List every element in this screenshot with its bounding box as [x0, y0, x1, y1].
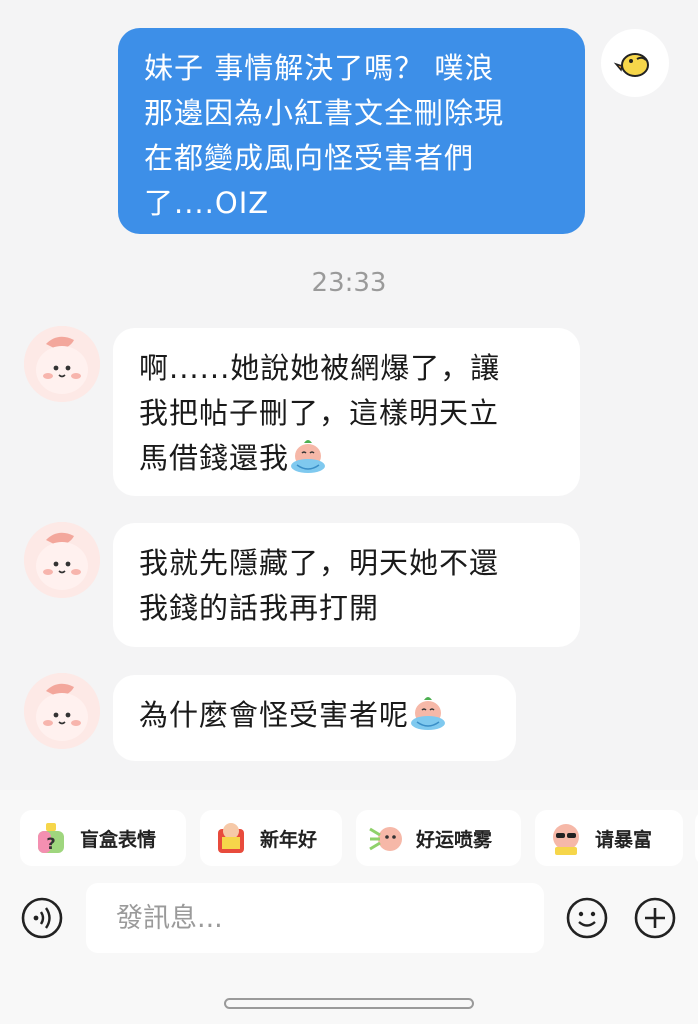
- message-text: 為什麼會怪受害者呢: [139, 698, 410, 732]
- sticker-chip-label: 盲盒表情: [80, 828, 157, 851]
- message-input[interactable]: [86, 883, 544, 953]
- peach-avatar-icon: [24, 326, 100, 402]
- sticker-chip-label: 好运喷雾: [416, 828, 493, 851]
- sticker-chip-get-rich[interactable]: 请暴富: [535, 810, 683, 866]
- peach-avatar-icon: [24, 673, 100, 749]
- chick-avatar-icon: [613, 53, 649, 77]
- voice-input-icon[interactable]: [20, 896, 64, 940]
- sticker-chip-label: 请暴富: [595, 828, 653, 851]
- message-bubble-incoming[interactable]: 為什麼會怪受害者呢: [113, 675, 516, 761]
- contact-avatar[interactable]: [24, 673, 100, 749]
- chat-area: 妹子 事情解決了嗎？ 噗浪 那邊因為小紅書文全刪除現 在都變成風向怪受害者們 了…: [0, 0, 698, 790]
- crying-emoji-icon: [411, 697, 446, 730]
- crying-emoji-icon: [291, 440, 326, 473]
- plus-icon[interactable]: [633, 896, 677, 940]
- peach-avatar-icon: [24, 522, 100, 598]
- sticker-chip-new-year[interactable]: 新年好: [200, 810, 342, 866]
- message-bubble-incoming[interactable]: 我就先隱藏了，明天她不還 我錢的話我再打開: [113, 523, 580, 647]
- input-row: [0, 882, 698, 954]
- composer-area: ? 盲盒表情 新年好 好运喷雾 请暴富 發訊息...: [0, 790, 698, 1024]
- emoji-icon[interactable]: [565, 896, 609, 940]
- sticker-chip-luck-spray[interactable]: 好运喷雾: [356, 810, 521, 866]
- my-avatar[interactable]: [601, 29, 669, 97]
- sticker-chip-mystery-box[interactable]: ? 盲盒表情: [20, 810, 186, 866]
- new-year-icon: [218, 823, 244, 853]
- home-indicator[interactable]: [224, 998, 474, 1009]
- luck-spray-icon: [369, 827, 402, 851]
- contact-avatar[interactable]: [24, 522, 100, 598]
- sticker-suggestions: ? 盲盒表情 新年好 好运喷雾 请暴富: [20, 810, 698, 866]
- svg-text:?: ?: [46, 834, 55, 853]
- contact-avatar[interactable]: [24, 326, 100, 402]
- message-bubble-incoming[interactable]: 啊......她說她被網爆了，讓 我把帖子刪了，這樣明天立 馬借錢還我: [113, 328, 580, 496]
- sticker-chip-label: 新年好: [260, 828, 318, 851]
- message-bubble-outgoing[interactable]: 妹子 事情解決了嗎？ 噗浪 那邊因為小紅書文全刪除現 在都變成風向怪受害者們 了…: [118, 28, 585, 234]
- message-timestamp: 23:33: [311, 268, 387, 298]
- mystery-box-icon: ?: [38, 823, 64, 853]
- rich-icon: [553, 824, 579, 855]
